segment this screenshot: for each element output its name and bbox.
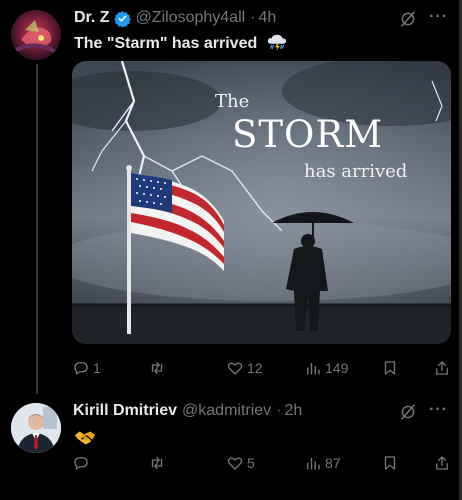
- like-button[interactable]: 12: [226, 359, 263, 377]
- poster-title-storm: STORM: [232, 113, 384, 156]
- poster-title-the: The: [215, 91, 250, 112]
- bookmark-button[interactable]: [381, 454, 399, 472]
- timestamp[interactable]: 4h: [259, 9, 277, 27]
- tweet-action-bar: 5 87: [72, 454, 452, 478]
- tweet-header: Dr. Z @Zilosophy4all · 4h: [74, 9, 276, 27]
- repost-button[interactable]: [148, 454, 169, 472]
- tweet-image[interactable]: The STORM has arrived: [72, 61, 451, 344]
- heart-icon: [227, 457, 243, 470]
- views-button[interactable]: 149: [304, 359, 348, 377]
- verified-badge-icon: [113, 10, 131, 27]
- separator-dot: ·: [276, 402, 282, 419]
- author-handle[interactable]: @kadmitriev: [182, 402, 271, 420]
- avatar-portrait-icon: [11, 403, 61, 453]
- analytics-icon: [307, 362, 320, 375]
- bookmark-button[interactable]: [381, 359, 399, 377]
- bookmark-icon: [384, 361, 396, 375]
- reply-button[interactable]: 1: [72, 359, 101, 377]
- tweet-action-bar: 1 12 149: [72, 359, 452, 383]
- share-icon: [436, 456, 448, 470]
- handshake-emoji: [74, 431, 96, 445]
- tweet-text: The "Starm" has arrived: [74, 33, 288, 53]
- analytics-icon: [307, 457, 320, 470]
- author-name[interactable]: Dr. Z: [74, 9, 110, 27]
- share-button[interactable]: [433, 454, 451, 472]
- like-count: 5: [247, 455, 255, 471]
- poster-title-has-arrived: has arrived: [304, 161, 408, 182]
- thread-connector-line: [36, 64, 38, 394]
- storm-poster-art: [72, 61, 451, 344]
- avatar[interactable]: [11, 10, 61, 60]
- reply-count: 1: [93, 360, 101, 376]
- author-name[interactable]: Kirill Dmitriev: [73, 402, 177, 420]
- more-options-button[interactable]: ···: [429, 401, 448, 419]
- tweet-text-content: The "Starm" has arrived: [74, 35, 258, 52]
- share-icon: [436, 361, 448, 375]
- like-button[interactable]: 5: [226, 454, 255, 472]
- author-handle[interactable]: @Zilosophy4all: [136, 9, 246, 27]
- bookmark-icon: [384, 456, 396, 470]
- cloud-lightning-rain-emoji: [267, 34, 286, 51]
- timestamp[interactable]: 2h: [285, 402, 303, 420]
- reply-button[interactable]: [72, 454, 93, 472]
- repost-button[interactable]: [148, 359, 169, 377]
- more-options-button[interactable]: ···: [429, 8, 448, 26]
- view-count: 87: [325, 455, 341, 471]
- tweet-header: Kirill Dmitriev @kadmitriev · 2h: [73, 402, 302, 420]
- avatar[interactable]: [11, 403, 61, 453]
- reply-icon: [74, 362, 88, 375]
- grok-icon[interactable]: [399, 10, 417, 28]
- reply-icon: [74, 457, 88, 470]
- share-button[interactable]: [433, 359, 451, 377]
- like-count: 12: [247, 360, 263, 376]
- heart-icon: [227, 362, 243, 375]
- repost-icon: [151, 457, 163, 469]
- avatar-art-icon: [15, 20, 58, 54]
- grok-icon[interactable]: [399, 403, 417, 421]
- view-count: 149: [325, 360, 349, 376]
- separator-dot: ·: [250, 9, 256, 26]
- views-button[interactable]: 87: [304, 454, 341, 472]
- repost-icon: [151, 362, 163, 374]
